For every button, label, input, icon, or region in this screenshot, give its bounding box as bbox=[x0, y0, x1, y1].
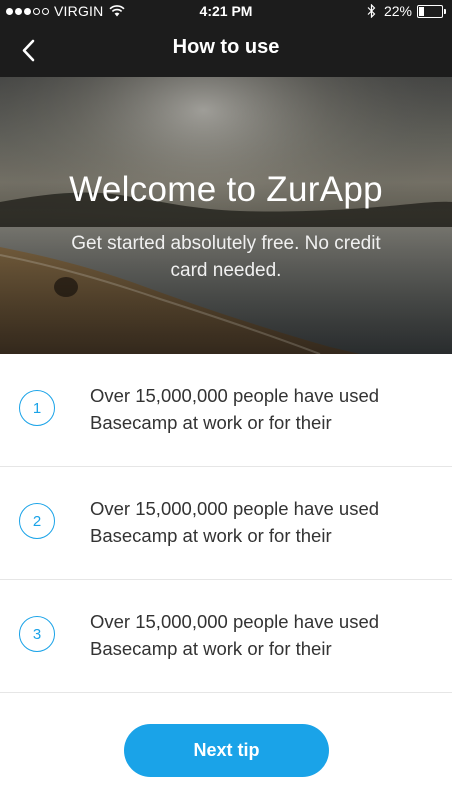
tips-list: 1 Over 15,000,000 people have used Basec… bbox=[0, 354, 452, 693]
tip-number-badge: 3 bbox=[19, 616, 55, 652]
bluetooth-icon bbox=[367, 4, 376, 18]
tip-text: Over 15,000,000 people have used Basecam… bbox=[90, 498, 380, 546]
tip-text: Over 15,000,000 people have used Basecam… bbox=[90, 385, 380, 433]
next-tip-button[interactable]: Next tip bbox=[124, 724, 329, 777]
header: VIRGIN 4:21 PM 22% How to use bbox=[0, 0, 452, 77]
nav-bar: How to use bbox=[0, 22, 452, 77]
tip-text: Over 15,000,000 people have used Basecam… bbox=[90, 611, 380, 659]
hero-image bbox=[0, 77, 452, 354]
battery-percent: 22% bbox=[383, 3, 412, 19]
hero-banner: Welcome to ZurApp Get started absolutely… bbox=[0, 77, 452, 354]
tip-number-badge: 2 bbox=[19, 503, 55, 539]
page-title: How to use bbox=[172, 36, 280, 58]
hero-title: Welcome to ZurApp bbox=[69, 170, 383, 209]
battery-cap bbox=[444, 8, 446, 14]
tip-number-badge: 1 bbox=[19, 390, 55, 426]
status-right: 22% bbox=[367, 3, 446, 19]
status-bar: VIRGIN 4:21 PM 22% bbox=[0, 0, 452, 22]
battery-fill bbox=[419, 6, 425, 16]
list-item: 2 Over 15,000,000 people have used Basec… bbox=[0, 467, 452, 580]
hero-subtitle: Get started absolutely free. No credit c… bbox=[71, 233, 381, 281]
list-item: 1 Over 15,000,000 people have used Basec… bbox=[0, 354, 452, 467]
battery-icon bbox=[417, 4, 443, 18]
list-item: 3 Over 15,000,000 people have used Basec… bbox=[0, 580, 452, 693]
